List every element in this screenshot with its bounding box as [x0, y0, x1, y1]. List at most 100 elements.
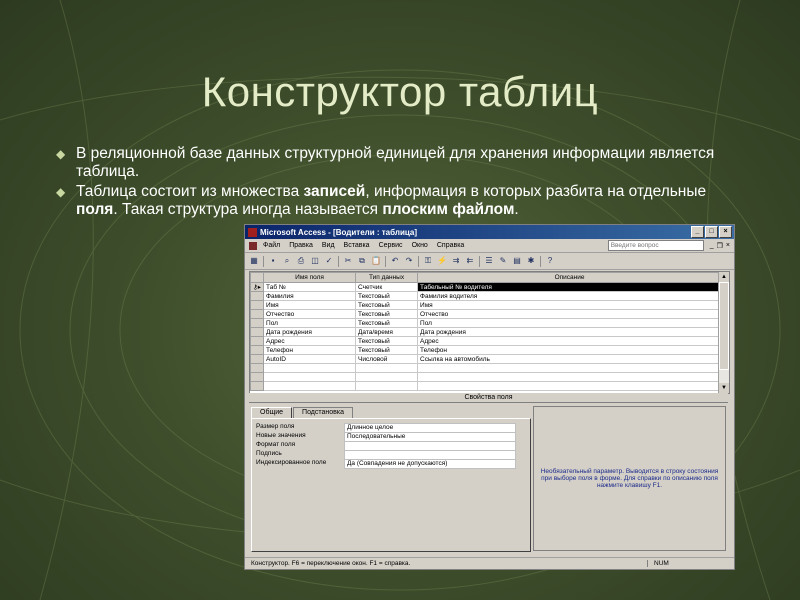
table-row[interactable] — [249, 372, 723, 382]
menu-edit[interactable]: Правка — [289, 242, 313, 249]
build-icon[interactable]: ✎ — [498, 256, 508, 266]
row-selector[interactable] — [249, 309, 265, 319]
scroll-thumb[interactable] — [719, 282, 729, 370]
row-selector[interactable] — [249, 354, 265, 364]
field-name-cell[interactable]: Пол — [263, 318, 357, 328]
delete-rows-icon[interactable]: ⇇ — [465, 256, 475, 266]
redo-icon[interactable]: ↷ — [404, 256, 414, 266]
menu-view[interactable]: Вид — [322, 242, 335, 249]
description-cell[interactable] — [417, 372, 723, 382]
description-cell[interactable]: Дата рождения — [417, 327, 723, 337]
field-name-cell[interactable]: Фамилия — [263, 291, 357, 301]
doc-restore-button[interactable]: ❐ — [717, 242, 723, 250]
grid-scrollbar[interactable]: ▲ ▼ — [718, 272, 729, 393]
row-selector[interactable] — [249, 336, 265, 346]
spellcheck-icon[interactable]: ✓ — [324, 256, 334, 266]
table-row[interactable]: Телефон Текстовый Телефон — [249, 345, 723, 355]
table-row[interactable] — [249, 363, 723, 373]
primary-key-row-selector-icon[interactable]: ⚷▸ — [249, 282, 265, 292]
tab-lookup[interactable]: Подстановка — [293, 407, 353, 418]
menu-help[interactable]: Справка — [437, 242, 464, 249]
copy-icon[interactable]: ⧉ — [357, 256, 367, 266]
property-value-field[interactable]: Да (Совпадения не допускаются) — [344, 459, 516, 469]
table-row[interactable]: Дата рождения Дата/время Дата рождения — [249, 327, 723, 337]
view-icon[interactable]: ▦ — [249, 256, 259, 266]
help-question-input[interactable]: Введите вопрос — [607, 240, 704, 251]
description-cell[interactable]: Фамилия водителя — [417, 291, 723, 301]
undo-icon[interactable]: ↶ — [390, 256, 400, 266]
cut-icon[interactable]: ✂ — [343, 256, 353, 266]
data-type-cell[interactable]: Текстовый — [355, 300, 419, 310]
row-selector[interactable] — [249, 381, 265, 391]
description-cell[interactable]: Адрес — [417, 336, 723, 346]
row-selector[interactable] — [249, 327, 265, 337]
tab-general[interactable]: Общие — [251, 407, 293, 418]
save-icon[interactable]: ▪ — [268, 256, 278, 266]
field-name-cell[interactable]: Имя — [263, 300, 357, 310]
description-cell[interactable]: Пол — [417, 318, 723, 328]
field-name-cell[interactable] — [263, 381, 357, 391]
menu-file[interactable]: Файл — [263, 242, 280, 249]
table-row[interactable]: Адрес Текстовый Адрес — [249, 336, 723, 346]
description-cell[interactable] — [417, 363, 723, 373]
field-name-cell[interactable]: Таб № — [263, 282, 357, 292]
menu-insert[interactable]: Вставка — [344, 242, 370, 249]
primary-key-icon[interactable]: ⚿ — [423, 256, 433, 266]
data-type-cell[interactable]: Дата/время — [355, 327, 419, 337]
maximize-button[interactable]: □ — [705, 226, 718, 238]
close-button[interactable]: × — [719, 226, 732, 238]
help-icon[interactable]: ? — [545, 256, 555, 266]
description-cell[interactable]: Табельный № водителя — [417, 282, 723, 292]
minimize-button[interactable]: _ — [691, 226, 704, 238]
data-type-cell[interactable]: Текстовый — [355, 345, 419, 355]
table-row[interactable]: ⚷▸ Таб № Счетчик Табельный № водителя — [249, 282, 723, 292]
data-type-cell[interactable] — [355, 363, 419, 373]
doc-close-button[interactable]: × — [726, 242, 730, 250]
field-name-cell[interactable] — [263, 363, 357, 373]
table-row[interactable]: Имя Текстовый Имя — [249, 300, 723, 310]
table-row[interactable]: Отчество Текстовый Отчество — [249, 309, 723, 319]
print-icon[interactable]: ⎙ — [296, 256, 306, 266]
data-type-cell[interactable]: Текстовый — [355, 336, 419, 346]
scroll-up-icon[interactable]: ▲ — [719, 272, 729, 282]
table-row[interactable] — [249, 381, 723, 391]
menu-window[interactable]: Окно — [412, 242, 428, 249]
insert-rows-icon[interactable]: ⇉ — [451, 256, 461, 266]
row-selector[interactable] — [249, 363, 265, 373]
field-name-cell[interactable]: Дата рождения — [263, 327, 357, 337]
properties-icon[interactable]: ☰ — [484, 256, 494, 266]
description-cell[interactable]: Имя — [417, 300, 723, 310]
search-icon[interactable]: ⌕ — [282, 256, 292, 266]
indexes-icon[interactable]: ⚡ — [437, 256, 447, 266]
preview-icon[interactable]: ◫ — [310, 256, 320, 266]
field-name-cell[interactable]: Адрес — [263, 336, 357, 346]
table-row[interactable]: AutoID Числовой Ссылка на автомобиль — [249, 354, 723, 364]
data-type-cell[interactable]: Текстовый — [355, 318, 419, 328]
row-selector[interactable] — [249, 345, 265, 355]
data-type-cell[interactable]: Текстовый — [355, 291, 419, 301]
scroll-down-icon[interactable]: ▼ — [719, 383, 729, 393]
data-type-cell[interactable] — [355, 381, 419, 391]
database-window-icon[interactable]: ▤ — [512, 256, 522, 266]
data-type-cell[interactable]: Счетчик — [355, 282, 419, 292]
field-name-cell[interactable]: Телефон — [263, 345, 357, 355]
field-name-cell[interactable] — [263, 372, 357, 382]
row-selector[interactable] — [249, 372, 265, 382]
description-cell[interactable] — [417, 381, 723, 391]
row-selector[interactable] — [249, 300, 265, 310]
description-cell[interactable]: Ссылка на автомобиль — [417, 354, 723, 364]
description-cell[interactable]: Отчество — [417, 309, 723, 319]
paste-icon[interactable]: 📋 — [371, 256, 381, 266]
row-selector[interactable] — [249, 318, 265, 328]
field-name-cell[interactable]: AutoID — [263, 354, 357, 364]
description-cell[interactable]: Телефон — [417, 345, 723, 355]
doc-minimize-button[interactable]: _ — [710, 242, 714, 250]
data-type-cell[interactable] — [355, 372, 419, 382]
new-object-icon[interactable]: ✱ — [526, 256, 536, 266]
row-selector[interactable] — [249, 291, 265, 301]
data-type-cell[interactable]: Числовой — [355, 354, 419, 364]
data-type-cell[interactable]: Текстовый — [355, 309, 419, 319]
table-row[interactable]: Пол Текстовый Пол — [249, 318, 723, 328]
field-name-cell[interactable]: Отчество — [263, 309, 357, 319]
menu-tools[interactable]: Сервис — [379, 242, 403, 249]
